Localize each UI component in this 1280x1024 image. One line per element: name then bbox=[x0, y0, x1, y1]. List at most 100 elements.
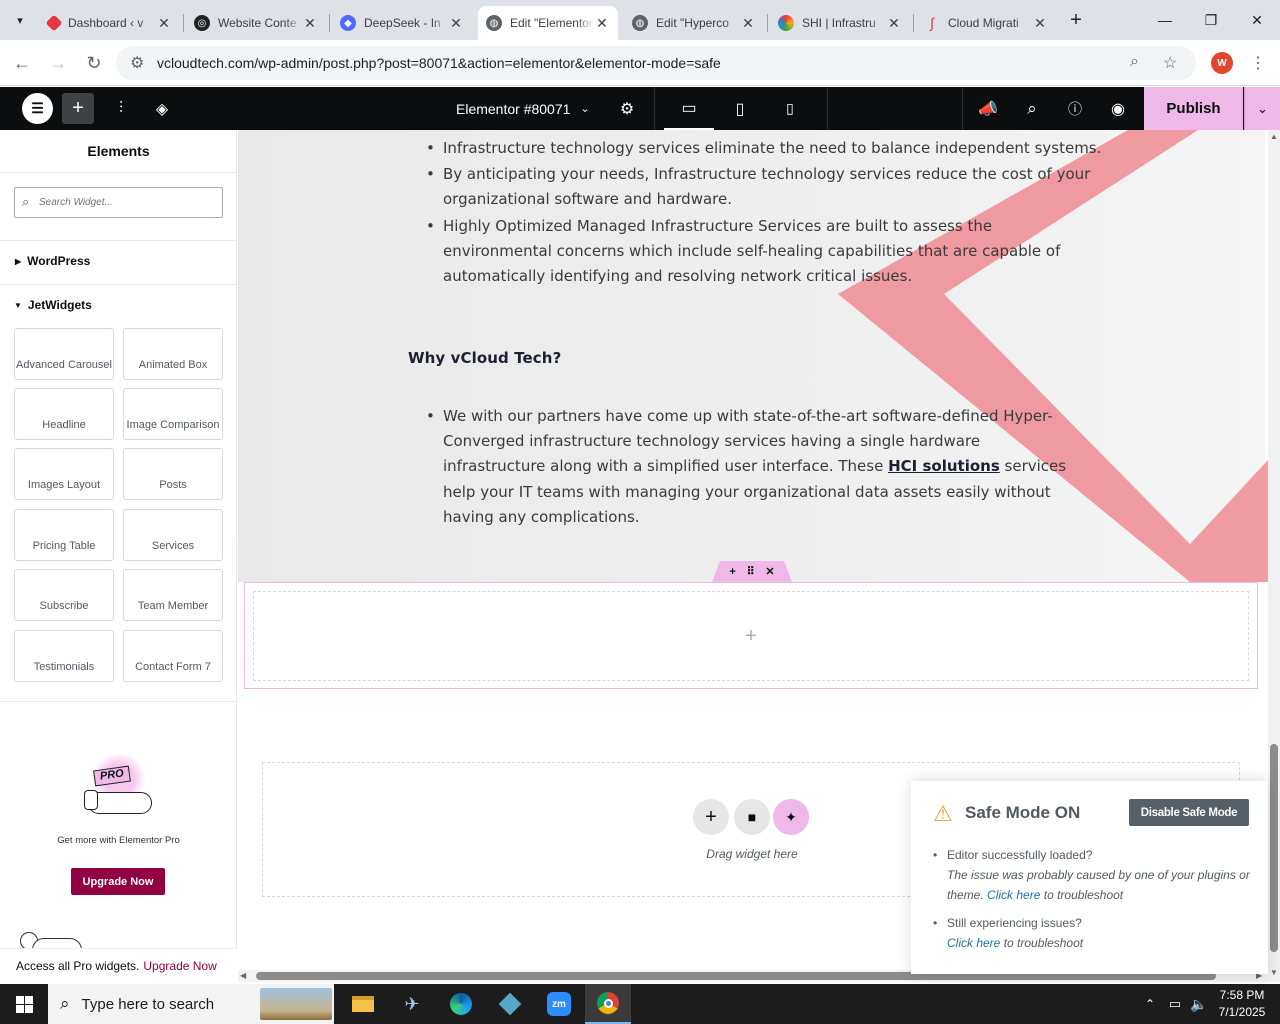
empty-section[interactable]: + bbox=[244, 582, 1258, 689]
why-list: We with our partners have come up with s… bbox=[426, 404, 1086, 530]
globe-favicon-icon: ◍ bbox=[486, 15, 502, 31]
delete-section-icon[interactable]: ✕ bbox=[765, 565, 774, 578]
widget-contact-form-7[interactable]: Contact Form 7 bbox=[123, 630, 223, 682]
pro-footer-link[interactable]: Upgrade Now bbox=[143, 959, 216, 973]
back-button[interactable]: ← bbox=[7, 48, 37, 78]
widget-images-layout[interactable]: Images Layout bbox=[14, 448, 114, 500]
taskbar-search-box[interactable]: ⌕ Type here to search bbox=[48, 984, 334, 1024]
widget-subscribe[interactable]: Subscribe bbox=[14, 569, 114, 621]
site-settings-icon[interactable]: ⫶ bbox=[106, 87, 136, 130]
browser-tab-edit-elementor[interactable]: ◍ Edit "Elementor ✕ bbox=[478, 6, 618, 40]
add-widget-plus-icon[interactable]: + bbox=[745, 625, 757, 648]
show-hidden-icons-chevron[interactable]: ⌃ bbox=[1140, 984, 1160, 1024]
edge-icon[interactable] bbox=[438, 984, 484, 1024]
url-text[interactable]: vcloudtech.com/wp-admin/post.php?post=80… bbox=[157, 55, 721, 71]
chrome-icon[interactable] bbox=[585, 984, 631, 1024]
app-icon[interactable]: ✈ bbox=[389, 984, 435, 1024]
upgrade-now-button[interactable]: Upgrade Now bbox=[71, 868, 165, 895]
hci-solutions-link[interactable]: HCI solutions bbox=[888, 457, 1000, 475]
close-tab-icon[interactable]: ✕ bbox=[302, 15, 318, 32]
tab-title: Cloud Migrati bbox=[948, 16, 1019, 30]
widget-posts[interactable]: Posts bbox=[123, 448, 223, 500]
add-element-button[interactable]: + bbox=[62, 93, 94, 124]
add-new-section-button[interactable]: + bbox=[693, 799, 729, 835]
notifications-icon[interactable]: 📣 bbox=[972, 87, 1004, 130]
minimize-button[interactable]: — bbox=[1142, 0, 1188, 40]
new-tab-button[interactable]: + bbox=[1064, 8, 1088, 32]
search-icon[interactable]: ⌕ bbox=[1016, 87, 1048, 130]
tab-title: Website Conte bbox=[218, 16, 297, 30]
chrome-menu-icon[interactable]: ⋮ bbox=[1243, 48, 1273, 78]
file-explorer-icon[interactable] bbox=[340, 984, 386, 1024]
zoom-icon[interactable]: ⌕ bbox=[1130, 53, 1139, 71]
widget-team-member[interactable]: Team Member bbox=[123, 569, 223, 621]
app-diamond-icon[interactable] bbox=[487, 984, 533, 1024]
add-template-folder-icon[interactable]: ■ bbox=[734, 799, 770, 835]
tab-title: DeepSeek - In bbox=[364, 16, 441, 30]
widget-label: Contact Form 7 bbox=[135, 661, 211, 673]
category-jetwidgets[interactable]: ▼ JetWidgets bbox=[14, 298, 92, 312]
help-icon[interactable]: ⓘ bbox=[1059, 87, 1091, 130]
browser-tab-edit-hyperco[interactable]: ◍ Edit "Hyperco ✕ bbox=[624, 6, 764, 40]
widget-pricing-table[interactable]: Pricing Table bbox=[14, 509, 114, 561]
browser-tab-shi[interactable]: SHI | Infrastru ✕ bbox=[770, 6, 910, 40]
tab-search-button[interactable]: ▾ bbox=[8, 8, 32, 32]
document-title-dropdown[interactable]: Elementor #80071 ⌄ bbox=[456, 87, 606, 130]
tablet-view-icon[interactable]: ▯ bbox=[716, 87, 764, 130]
scrollbar-thumb[interactable] bbox=[1270, 744, 1278, 952]
search-widget-input[interactable] bbox=[14, 187, 223, 218]
zoom-app-icon[interactable]: zm bbox=[536, 984, 582, 1024]
page-settings-gear-icon[interactable]: ⚙ bbox=[612, 87, 642, 130]
close-tab-icon[interactable]: ✕ bbox=[1032, 15, 1048, 32]
volume-icon[interactable]: 🔈 bbox=[1188, 984, 1210, 1024]
bookmark-star-icon[interactable]: ☆ bbox=[1163, 53, 1177, 73]
troubleshoot-link[interactable]: Click here bbox=[947, 936, 1000, 950]
address-bar[interactable]: ⚙ vcloudtech.com/wp-admin/post.php?post=… bbox=[116, 46, 1196, 80]
empty-column[interactable]: + bbox=[253, 591, 1249, 681]
drag-handle-icon[interactable]: ⠿ bbox=[747, 565, 755, 578]
vertical-scrollbar[interactable]: ▲ ▼ bbox=[1268, 130, 1280, 982]
windows-start-icon[interactable] bbox=[0, 984, 48, 1024]
scroll-left-arrow-icon[interactable]: ◀ bbox=[240, 971, 246, 980]
close-tab-icon[interactable]: ✕ bbox=[156, 15, 172, 32]
troubleshoot-link[interactable]: Click here bbox=[987, 888, 1040, 902]
profile-avatar[interactable]: W bbox=[1211, 52, 1233, 74]
reload-button[interactable]: ↻ bbox=[79, 48, 109, 78]
scroll-down-arrow-icon[interactable]: ▼ bbox=[1270, 968, 1278, 977]
close-tab-icon[interactable]: ✕ bbox=[886, 15, 902, 32]
preview-eye-icon[interactable]: ◉ bbox=[1102, 87, 1134, 130]
publish-button[interactable]: Publish bbox=[1144, 87, 1243, 130]
structure-layers-icon[interactable]: ◈ bbox=[147, 87, 177, 130]
publish-options-chevron-icon[interactable]: ⌄ bbox=[1244, 87, 1280, 130]
desktop-view-icon[interactable]: ▭ bbox=[664, 87, 714, 130]
forward-button[interactable]: → bbox=[43, 48, 73, 78]
widget-headline[interactable]: Headline bbox=[14, 388, 114, 440]
category-wordpress[interactable]: ▶ WordPress bbox=[15, 254, 90, 268]
widget-services[interactable]: Services bbox=[123, 509, 223, 561]
close-tab-icon[interactable]: ✕ bbox=[448, 15, 464, 32]
widget-image-comparison[interactable]: Image Comparison bbox=[123, 388, 223, 440]
document-title: Elementor #80071 bbox=[456, 100, 571, 117]
close-tab-icon[interactable]: ✕ bbox=[740, 15, 756, 32]
mobile-view-icon[interactable]: ▯ bbox=[766, 87, 814, 130]
restore-button[interactable]: ❐ bbox=[1188, 0, 1234, 40]
widget-testimonials[interactable]: Testimonials bbox=[14, 630, 114, 682]
add-section-icon[interactable]: + bbox=[729, 566, 735, 578]
elements-panel: Elements ⌕ ▶ WordPress ▼ JetWidgets Adva… bbox=[0, 130, 237, 982]
ai-sparkle-button[interactable]: ✦ bbox=[773, 799, 809, 835]
disable-safe-mode-button[interactable]: Disable Safe Mode bbox=[1129, 799, 1249, 826]
site-info-icon[interactable]: ⚙ bbox=[130, 53, 144, 73]
clock[interactable]: 7:58 PM 7/1/2025 bbox=[1212, 987, 1272, 1021]
browser-tab-website-content[interactable]: ◎ Website Conte ✕ bbox=[186, 6, 326, 40]
browser-tab-dashboard[interactable]: Dashboard ‹ v ✕ bbox=[40, 6, 180, 40]
scroll-up-arrow-icon[interactable]: ▲ bbox=[1270, 132, 1278, 141]
widget-advanced-carousel[interactable]: Advanced Carousel bbox=[14, 328, 114, 380]
network-icon[interactable]: ▭ bbox=[1164, 984, 1186, 1024]
browser-tab-cloud-migration[interactable]: ∫ Cloud Migrati ✕ bbox=[916, 6, 1056, 40]
close-tab-icon[interactable]: ✕ bbox=[594, 15, 610, 32]
close-window-button[interactable]: ✕ bbox=[1234, 0, 1280, 40]
browser-tab-deepseek[interactable]: ◆ DeepSeek - In ✕ bbox=[332, 6, 472, 40]
elementor-logo-icon[interactable]: ☰ bbox=[22, 93, 53, 124]
widget-animated-box[interactable]: Animated Box bbox=[123, 328, 223, 380]
section-handle[interactable]: + ⠿ ✕ bbox=[712, 561, 792, 582]
